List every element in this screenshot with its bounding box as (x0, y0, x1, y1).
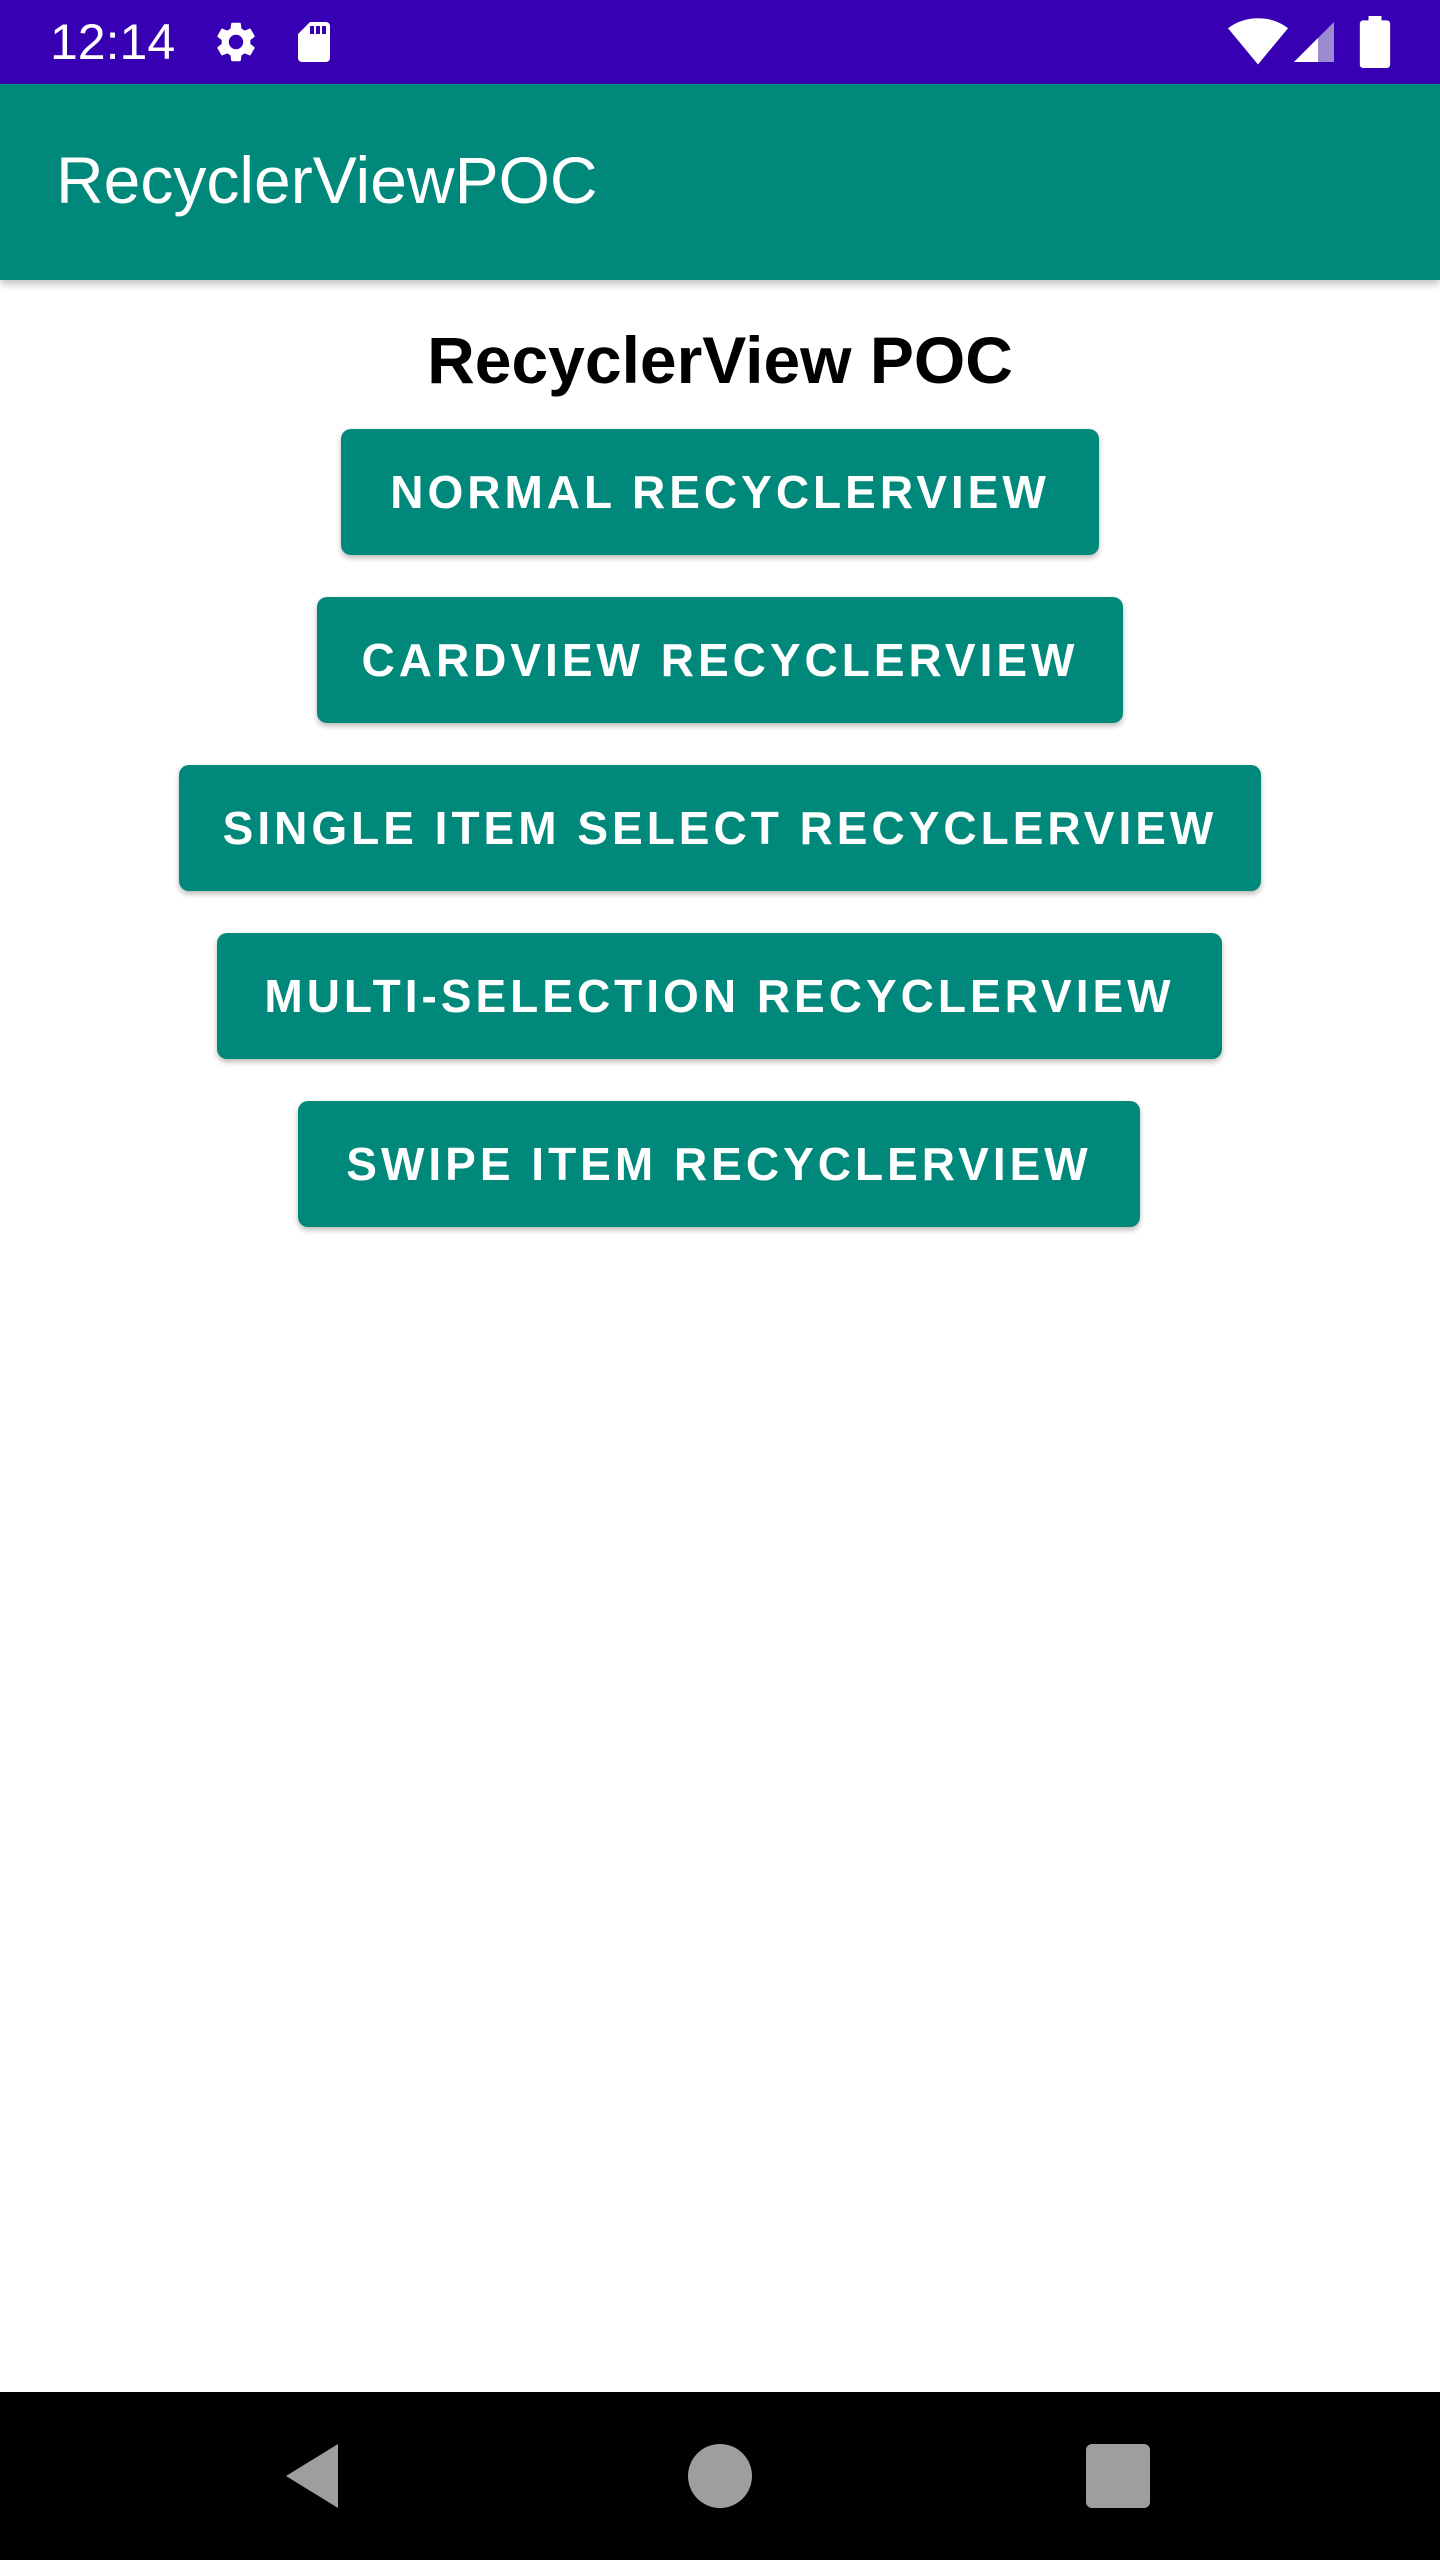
screen: 12:14 RecyclerViewPOC RecyclerView POC N… (0, 0, 1440, 2560)
cell-signal-icon (1290, 18, 1338, 66)
status-time: 12:14 (50, 14, 176, 70)
navigation-bar (0, 2392, 1440, 2560)
home-icon[interactable] (680, 2436, 760, 2516)
swipe-item-recyclerview-button[interactable]: SWIPE ITEM RECYCLERVIEW (298, 1101, 1140, 1227)
normal-recyclerview-button[interactable]: NORMAL RECYCLERVIEW (341, 429, 1099, 555)
main-content: RecyclerView POC NORMAL RECYCLERVIEW CAR… (0, 280, 1440, 2392)
status-bar: 12:14 (0, 0, 1440, 84)
cardview-recyclerview-button[interactable]: CARDVIEW RECYCLERVIEW (317, 597, 1123, 723)
app-bar: RecyclerViewPOC (0, 84, 1440, 280)
app-title: RecyclerViewPOC (56, 143, 598, 217)
page-heading: RecyclerView POC (427, 323, 1013, 397)
recents-icon[interactable] (1078, 2436, 1158, 2516)
back-icon[interactable] (278, 2436, 358, 2516)
battery-icon (1358, 16, 1392, 68)
multi-selection-recyclerview-button[interactable]: MULTI-SELECTION RECYCLERVIEW (217, 933, 1222, 1059)
gear-icon (212, 18, 260, 66)
sd-card-icon (290, 18, 338, 66)
single-item-select-recyclerview-button[interactable]: SINGLE ITEM SELECT RECYCLERVIEW (179, 765, 1261, 891)
wifi-icon (1228, 16, 1288, 68)
